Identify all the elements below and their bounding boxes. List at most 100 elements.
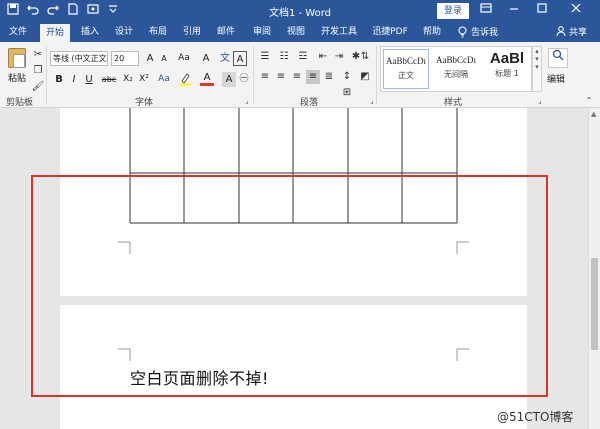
login-button[interactable]: 登录	[437, 3, 469, 19]
group-separator	[376, 46, 377, 104]
tab-references[interactable]: 引用	[178, 22, 206, 42]
tab-developer[interactable]: 开发工具	[316, 22, 362, 42]
highlight-box	[31, 175, 548, 397]
tab-design[interactable]: 设计	[110, 22, 138, 42]
tab-view[interactable]: 视图	[282, 22, 310, 42]
style-no-spacing-name: 无间隔	[444, 70, 468, 79]
bullets-icon[interactable]: ☰	[258, 50, 272, 64]
watermark: @51CTO博客	[497, 410, 574, 424]
shrink-font-icon[interactable]: A	[157, 51, 171, 66]
superscript-button[interactable]: X²	[137, 72, 151, 87]
collapse-ribbon-icon[interactable]: ⌃	[582, 94, 596, 108]
enclose-char-icon[interactable]: ㊀	[237, 72, 251, 87]
tab-home[interactable]: 开始	[40, 24, 70, 42]
align-right-icon[interactable]: ≡	[290, 70, 304, 84]
maximize-icon[interactable]	[534, 2, 550, 18]
minimize-icon[interactable]	[506, 2, 522, 18]
ribbon-display-icon[interactable]	[478, 2, 494, 18]
align-left-icon[interactable]: ≡	[258, 70, 272, 84]
distributed-icon[interactable]: ≣	[322, 70, 336, 84]
paragraph-group-label: 段落	[300, 98, 319, 108]
style-normal[interactable]: AaBbCcDı 正文	[383, 49, 429, 89]
style-heading-1-sample: AaBl	[489, 50, 525, 67]
ribbon-home: 粘贴 ✂ ❐ 🖌 剪贴板 等线 (中文正文) 20 A A Aa A 文 A B…	[0, 42, 600, 108]
vertical-scrollbar[interactable]: ▲	[588, 108, 600, 429]
line-spacing-icon[interactable]: ↕	[340, 70, 354, 84]
scroll-up-icon[interactable]: ▲	[591, 110, 596, 118]
font-color-button[interactable]: A	[200, 72, 214, 86]
editing-label: 编辑	[547, 75, 566, 85]
font-size-dropdown[interactable]: 20	[111, 51, 139, 66]
styles-gallery: AaBbCcDı 正文 AaBbCcDı 无间隔 AaBl 标题 1	[380, 46, 532, 92]
close-icon[interactable]	[568, 2, 584, 18]
style-no-spacing[interactable]: AaBbCcDı 无间隔	[433, 49, 479, 89]
styles-gallery-scroll[interactable]: ▴ ▾ ▾	[532, 46, 542, 92]
touch-mode-icon[interactable]	[86, 3, 100, 17]
word-window: 文档1 - Word 登录 文件 开始 插入 设计 布局 引用 邮件 审阅 视图…	[0, 0, 600, 429]
redo-icon[interactable]	[46, 3, 60, 17]
tab-review[interactable]: 审阅	[248, 22, 276, 42]
italic-button[interactable]: I	[67, 72, 81, 87]
clipboard-icon	[8, 48, 26, 68]
search-icon	[552, 49, 564, 61]
justify-icon[interactable]: ≡	[306, 70, 320, 84]
char-shading-button[interactable]: A	[222, 72, 236, 87]
scrollbar-thumb[interactable]	[591, 258, 598, 350]
tab-pdf[interactable]: 迅捷PDF	[368, 22, 412, 42]
tab-insert[interactable]: 插入	[76, 22, 104, 42]
styles-group-label: 样式	[444, 98, 463, 108]
format-painter-icon[interactable]: 🖌	[31, 80, 45, 94]
numbering-icon[interactable]: ☷	[277, 50, 291, 64]
paste-label: 粘贴	[7, 74, 26, 84]
highlight-icon[interactable]	[178, 72, 192, 87]
clear-format-icon[interactable]: A	[199, 51, 213, 66]
strikethrough-button[interactable]: abc	[100, 72, 118, 87]
decrease-indent-icon[interactable]: ⇤	[316, 50, 330, 64]
font-name-dropdown[interactable]: 等线 (中文正文)	[50, 51, 108, 66]
align-center-icon[interactable]: ≡	[274, 70, 288, 84]
borders-icon[interactable]: ⊞	[340, 86, 354, 100]
grow-font-icon[interactable]: A	[143, 51, 157, 66]
shading-icon[interactable]: ◩	[358, 70, 372, 84]
paste-button[interactable]: 粘贴	[4, 46, 30, 92]
new-doc-icon[interactable]	[66, 3, 80, 17]
multilevel-list-icon[interactable]: ☲	[296, 50, 310, 64]
tab-help[interactable]: 帮助	[418, 22, 446, 42]
style-heading-1[interactable]: AaBl 标题 1	[483, 49, 531, 89]
ribbon-tabs: 文件 开始 插入 设计 布局 引用 邮件 审阅 视图 开发工具 迅捷PDF 帮助…	[0, 22, 600, 42]
styles-dialog-launcher-icon[interactable]: ⌟	[533, 94, 547, 108]
tell-me-box[interactable]: 告诉我	[458, 25, 498, 38]
person-icon	[556, 26, 566, 37]
clipboard-group-label: 剪贴板	[6, 98, 34, 108]
text-effects-button[interactable]: Aa	[157, 72, 171, 87]
copy-icon[interactable]: ❐	[31, 64, 45, 78]
tab-mailings[interactable]: 邮件	[212, 22, 240, 42]
undo-icon[interactable]	[26, 3, 40, 17]
sort-icon[interactable]: ⇅	[358, 50, 372, 64]
underline-button[interactable]: U	[82, 72, 96, 87]
group-separator	[46, 46, 47, 104]
editing-button[interactable]	[548, 48, 568, 68]
save-icon[interactable]	[6, 3, 20, 17]
customize-icon[interactable]	[106, 3, 120, 17]
lightbulb-icon	[458, 25, 467, 38]
quick-access-toolbar	[6, 3, 120, 17]
char-border-icon[interactable]: A	[233, 51, 247, 66]
group-separator	[253, 46, 254, 104]
cut-icon[interactable]: ✂	[31, 48, 45, 62]
tab-file[interactable]: 文件	[4, 22, 32, 42]
subscript-button[interactable]: X₂	[121, 72, 135, 87]
bold-button[interactable]: B	[52, 72, 66, 87]
phonetic-icon[interactable]: 文	[218, 51, 232, 66]
style-no-spacing-sample: AaBbCcDı	[436, 55, 476, 65]
title-bar: 文档1 - Word 登录	[0, 0, 600, 22]
change-case-icon[interactable]: Aa	[177, 51, 191, 66]
increase-indent-icon[interactable]: ⇥	[332, 50, 346, 64]
font-dialog-launcher-icon[interactable]: ⌟	[240, 94, 254, 108]
tab-layout[interactable]: 布局	[144, 22, 172, 42]
share-label: 共享	[569, 28, 588, 38]
share-button[interactable]: 共享	[556, 25, 587, 38]
style-normal-sample: AaBbCcDı	[386, 56, 426, 66]
font-group-label: 字体	[135, 98, 154, 108]
style-normal-name: 正文	[398, 71, 414, 80]
